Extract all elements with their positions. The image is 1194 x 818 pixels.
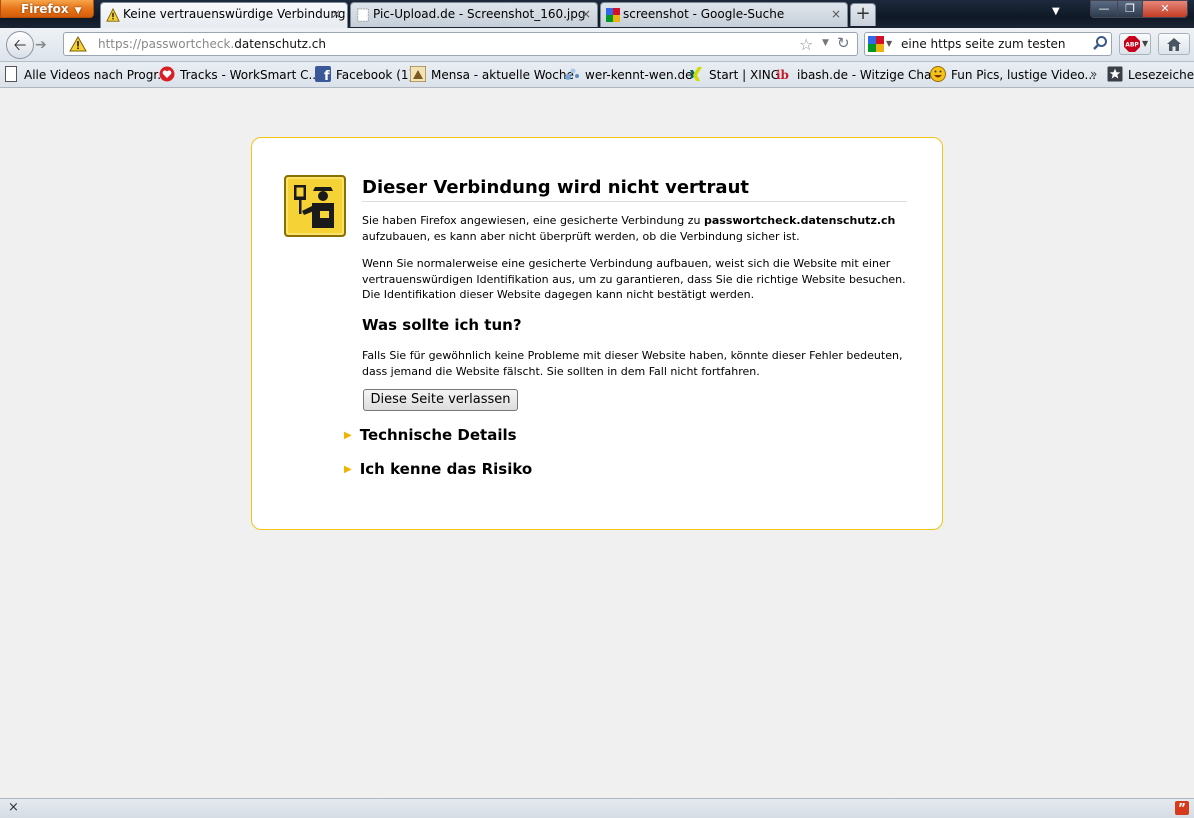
mensa-icon <box>410 66 426 82</box>
reading-list-button[interactable]: Lesezeichen <box>1107 66 1194 84</box>
bookmark-item[interactable]: Fun Pics, lustige Video... <box>930 66 1096 84</box>
bookmark-item[interactable]: Alle Videos nach Progr... <box>3 66 169 84</box>
forward-button[interactable]: ➔ <box>35 37 57 55</box>
firefox-menu-label: Firefox <box>21 2 69 16</box>
tab-label: screenshot - Google-Suche <box>623 7 785 21</box>
adblock-icon: ABP <box>1124 36 1140 52</box>
tab-untrusted-connection[interactable]: Keine vertrauenswürdige Verbindung × <box>100 2 348 28</box>
back-button[interactable]: 🡠 <box>6 31 34 59</box>
bookmarks-toolbar: Alle Videos nach Progr... Tracks - WorkS… <box>0 62 1194 88</box>
heart-icon <box>159 66 175 82</box>
url-bar[interactable]: https://passwortcheck.datenschutz.ch ☆ ▼… <box>63 32 858 56</box>
minimize-button[interactable]: — <box>1090 0 1118 18</box>
svg-text:f: f <box>324 69 330 82</box>
understand-risks-expander[interactable]: ▶ Ich kenne das Risiko <box>344 460 532 478</box>
bookmark-label: wer-kennt-wen.de <box>585 68 693 82</box>
bookmark-item[interactable]: Start | XING <box>688 66 780 84</box>
error-box: Dieser Verbindung wird nicht vertraut Si… <box>251 137 943 530</box>
search-bar[interactable]: ▼ eine https seite zum testen <box>864 32 1112 56</box>
bookmarks-star-icon <box>1107 66 1123 82</box>
error-explanation: Wenn Sie normalerweise eine gesicherte V… <box>362 257 906 301</box>
tab-label: Keine vertrauenswürdige Verbindung <box>123 7 346 21</box>
page-icon <box>357 8 369 22</box>
arrow-left-icon: 🡠 <box>13 35 27 54</box>
xing-icon <box>690 67 702 81</box>
navigation-toolbar: 🡠 ➔ https://passwortcheck.datenschutz.ch… <box>0 28 1194 62</box>
new-tab-button[interactable]: + <box>850 3 876 26</box>
close-icon[interactable]: × <box>8 800 19 815</box>
bookmark-label: Tracks - WorkSmart C... <box>180 68 320 82</box>
what-to-do-text: Falls Sie für gewöhnlich keine Probleme … <box>362 349 903 378</box>
tab-label: Pic-Upload.de - Screenshot_160.jpg <box>373 7 586 21</box>
bookmark-label: Mensa - aktuelle Woche <box>431 68 574 82</box>
chevron-down-icon: ▼ <box>1142 39 1149 48</box>
close-icon[interactable]: × <box>831 3 841 26</box>
leave-page-button[interactable]: Diese Seite verlassen <box>363 389 518 411</box>
error-description: Sie haben Firefox angewiesen, eine gesic… <box>362 213 907 244</box>
window-close-button[interactable]: ✕ <box>1142 0 1188 18</box>
reload-icon[interactable]: ↻ <box>837 34 850 52</box>
search-input[interactable]: eine https seite zum testen <box>901 37 1066 51</box>
ibash-icon: ib <box>776 68 789 82</box>
home-button[interactable] <box>1158 33 1190 55</box>
adblock-button[interactable]: ABP ▼ <box>1119 33 1151 55</box>
bookmark-item[interactable]: Tracks - WorkSmart C... <box>159 66 320 84</box>
expander-label: Ich kenne das Risiko <box>359 460 533 478</box>
restore-button[interactable]: ❐ <box>1117 0 1143 18</box>
page-content: Dieser Verbindung wird nicht vertraut Si… <box>0 89 1194 798</box>
what-to-do-heading: Was sollte ich tun? <box>362 316 522 334</box>
technical-details-expander[interactable]: ▶ Technische Details <box>344 426 517 444</box>
quote-icon[interactable]: ” <box>1175 801 1189 815</box>
error-host: passwortcheck.datenschutz.ch <box>703 214 896 227</box>
url-scheme: https://passwortcheck. <box>98 37 235 51</box>
tab-pic-upload[interactable]: Pic-Upload.de - Screenshot_160.jpg × <box>350 2 598 27</box>
bookmark-item[interactable]: wer-kennt-wen.de <box>564 66 692 84</box>
url-host: datenschutz.ch <box>234 37 326 51</box>
wkw-icon <box>565 68 579 80</box>
bookmark-item[interactable]: Mensa - aktuelle Woche <box>410 66 574 84</box>
svg-text:ABP: ABP <box>1125 42 1139 49</box>
officer-warning-icon <box>284 175 346 237</box>
chevron-down-icon[interactable]: ▼ <box>822 38 829 48</box>
bookmark-item[interactable]: ib ibash.de - Witzige Cha... <box>776 66 943 84</box>
error-title: Dieser Verbindung wird nicht vertraut <box>362 177 907 202</box>
tab-strip: Firefox ▼ Keine vertrauenswürdige Verbind… <box>0 0 1194 28</box>
google-icon <box>606 8 620 22</box>
triangle-right-icon: ▶ <box>344 430 352 441</box>
error-text: Sie haben Firefox angewiesen, eine gesic… <box>362 214 704 227</box>
bookmark-label: ibash.de - Witzige Cha... <box>797 68 943 82</box>
error-text: aufzubauen, es kann aber nicht überprüft… <box>362 229 800 243</box>
star-icon[interactable]: ☆ <box>799 35 813 54</box>
bookmarks-overflow-button[interactable]: » <box>1090 67 1097 81</box>
close-icon[interactable]: × <box>331 3 341 26</box>
expander-label: Technische Details <box>359 426 517 444</box>
bookmarks-menu-label: Lesezeichen <box>1128 68 1194 82</box>
bookmark-label: Facebook (1) <box>336 68 414 82</box>
warning-icon <box>106 8 120 22</box>
google-icon[interactable] <box>868 36 884 52</box>
status-bar: × ” <box>0 798 1194 818</box>
url-text[interactable]: https://passwortcheck.datenschutz.ch <box>98 37 326 51</box>
bookmark-label: Fun Pics, lustige Video... <box>951 68 1096 82</box>
svg-text:ib: ib <box>776 68 789 82</box>
close-icon[interactable]: × <box>581 3 591 26</box>
chevron-down-icon: ▼ <box>74 6 82 16</box>
search-icon[interactable] <box>1092 35 1108 51</box>
firefox-menu-button[interactable]: Firefox ▼ <box>0 0 94 18</box>
arrow-right-icon: ➔ <box>35 37 47 53</box>
smiley-icon <box>930 66 946 82</box>
page-icon <box>5 66 17 82</box>
home-icon <box>1167 38 1181 51</box>
bookmark-label: Alle Videos nach Progr... <box>24 68 169 82</box>
tab-google-search[interactable]: screenshot - Google-Suche × <box>600 2 848 27</box>
bookmark-label: Start | XING <box>709 68 781 82</box>
warning-icon[interactable] <box>69 36 87 52</box>
facebook-icon: f <box>315 66 331 82</box>
tab-list-icon[interactable]: ▼ <box>1052 6 1060 17</box>
bookmark-item[interactable]: f Facebook (1) <box>315 66 413 84</box>
chevron-down-icon[interactable]: ▼ <box>886 39 892 48</box>
triangle-right-icon: ▶ <box>344 464 352 475</box>
